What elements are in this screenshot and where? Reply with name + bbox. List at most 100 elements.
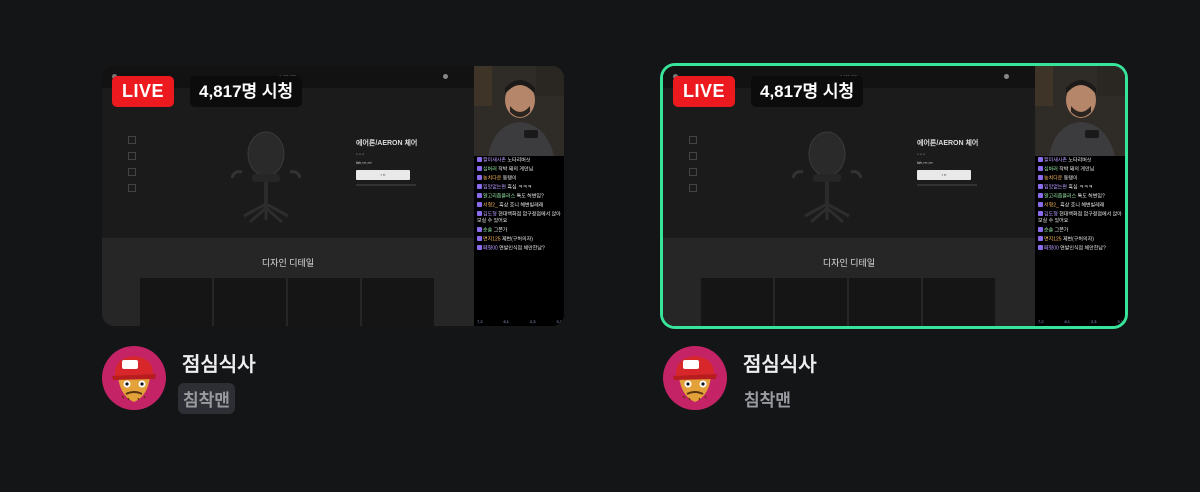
stream-card[interactable]: ▪ ▪▪▪ ▪▪▪ 에어론/AERON 체어 ▪▪ ▪▪ ▪▪ ₩▪,▪▪▪,▪… [663, 66, 1125, 418]
chat-stat: 3,1 [556, 319, 562, 324]
chat-stat: 7,2 [477, 319, 483, 324]
product-price: ₩▪,▪▪▪,▪▪▪ [917, 160, 933, 165]
chat-text: 흑상 호니 헤변빌레래 [1060, 202, 1105, 209]
chat-message: 입맛없는편 흑심 ㅋㅋㅋ [1038, 184, 1123, 191]
channel-avatar[interactable] [102, 346, 166, 410]
chat-text: 동탱이 [502, 175, 517, 182]
cart-button: ▪ ▪▪ [356, 170, 410, 180]
chat-badge-icon [1038, 166, 1043, 171]
product-thumbnails [689, 136, 697, 200]
chat-message: 서형2_ 흑상 호니 헤변빌레래 [477, 202, 562, 209]
stream-info: 점심식사 침착맨 [663, 346, 1125, 418]
chat-badge-icon [1038, 211, 1043, 216]
chat-username: 농치다운 [483, 175, 502, 182]
chat-badge-icon [477, 157, 482, 162]
chat-badge-icon [1038, 226, 1043, 232]
chat-stat: 3,1 [1117, 319, 1123, 324]
chat-username: 페형00 [483, 245, 498, 251]
chat-text: 톡도 허변임? [516, 193, 544, 200]
chat-badge-icon [477, 184, 482, 189]
text-line [356, 184, 416, 186]
chat-text: 그쯘가 [1054, 227, 1069, 233]
chat-username: 면지125 [1044, 236, 1062, 242]
product-sub: ▪▪ ▪▪ ▪▪ [917, 152, 926, 156]
chat-text: 연발인식점 체안한남? [1060, 245, 1106, 251]
chat-badge-icon [1038, 235, 1043, 241]
chat-username: 할미새사촌 [1044, 157, 1068, 164]
product-hero: 에어론/AERON 체어 ▪▪ ▪▪ ▪▪ ₩▪,▪▪▪,▪▪▪ ▪ ▪▪ [102, 88, 474, 238]
chat-message: 십버러 작박 돼의 게안님 [477, 166, 562, 173]
stream-thumbnail[interactable]: ▪ ▪▪▪ ▪▪▪ 에어론/AERON 체어 ▪▪ ▪▪ ▪▪ ₩▪,▪▪▪,▪… [102, 66, 564, 326]
design-section-title: 디자인 디테일 [261, 258, 315, 268]
chat-username: 페형00 [1044, 245, 1059, 251]
chat-username: 순솔 [1044, 227, 1054, 233]
chat-badge-icon [477, 202, 482, 207]
product-price: ₩▪,▪▪▪,▪▪▪ [356, 160, 372, 165]
chat-text: 동탱이 [1063, 175, 1078, 182]
stream-info: 점심식사 침착맨 [102, 346, 564, 418]
chat-badge-icon [477, 193, 482, 198]
detail-images [140, 278, 434, 326]
user-icon [1004, 74, 1009, 79]
chat-badge-icon [477, 211, 482, 216]
chat-text: 흑심 ㅋㅋㅋ [507, 184, 532, 191]
chat-username: 십버러 [1044, 166, 1058, 173]
stream-title[interactable]: 점심식사 [182, 348, 256, 377]
chat-message: 농치다운 동탱이 [477, 175, 562, 182]
chat-message: 알고리즘플러스 톡도 허변임? [1038, 193, 1123, 200]
chat-message: 서형2_ 흑상 호니 헤변빌레래 [1038, 202, 1123, 209]
chat-message: 순솔 그쯘가 [477, 226, 562, 234]
chat-text: 흑상 호니 헤변빌레래 [499, 202, 544, 209]
chat-badge-icon [1038, 244, 1043, 250]
chat-badge-icon [1038, 157, 1043, 162]
chat-username: 십버러 [483, 166, 497, 173]
chat-username: 서형2_ [1044, 202, 1059, 209]
stream-card[interactable]: ▪ ▪▪▪ ▪▪▪ 에어론/AERON 체어 ▪▪ ▪▪ ▪▪ ₩▪,▪▪▪,▪… [102, 66, 564, 418]
stream-thumbnail[interactable]: ▪ ▪▪▪ ▪▪▪ 에어론/AERON 체어 ▪▪ ▪▪ ▪▪ ₩▪,▪▪▪,▪… [663, 66, 1125, 326]
chat-message: 김도형 현대백화점 압구정점에서 앉아보실 수 있어요 [1038, 211, 1123, 225]
design-section: 디자인 디테일 [102, 238, 474, 326]
chat-username: 알고리즘플러스 [1044, 193, 1077, 200]
chat-username: 서형2_ [483, 202, 498, 209]
chat-text: 연발인식점 체안한남? [499, 245, 545, 251]
chat-text: 작박 돼의 게안님 [498, 166, 534, 173]
cart-button: ▪ ▪▪ [917, 170, 971, 180]
chat-stat: 7,2 [1038, 319, 1044, 324]
chat-stat: 6,1 [1064, 319, 1071, 324]
chat-username: 알고리즘플러스 [483, 193, 516, 200]
chat-footer: 7,2 6,1 2,3 3,1 [477, 319, 562, 324]
channel-avatar[interactable] [663, 346, 727, 410]
chat-badge-icon [477, 235, 482, 241]
webcam [474, 66, 564, 156]
chat-message: 알고리즘플러스 톡도 허변임? [477, 193, 562, 200]
streamer-image [474, 66, 564, 156]
product-name: 에어론/AERON 체어 [356, 140, 418, 147]
chat-message: 페형00 연발인식점 체안한남? [477, 244, 562, 252]
chat-username: 할미새사촌 [483, 157, 507, 164]
chat-message: 농치다운 동탱이 [1038, 175, 1123, 182]
channel-name[interactable]: 침착맨 [739, 383, 796, 414]
chat-text: 제변(구허의자) [501, 236, 533, 242]
chat-username: 면지125 [483, 236, 501, 242]
chat-badge-icon [477, 244, 482, 250]
chat-badge-icon [1038, 202, 1043, 207]
viewer-count: 4,817명 시청 [190, 76, 303, 107]
chat-text: 노타리버싯 [507, 157, 531, 164]
chat-message: 김도형 현대백화점 압구정점에서 앉아보실 수 있어요 [477, 211, 562, 225]
streamer-image [1035, 66, 1125, 156]
chat-text: 노타리버싯 [1068, 157, 1092, 164]
chat-stat: 6,1 [503, 319, 510, 324]
chat-text: 그쯘가 [493, 227, 508, 233]
chat-message: 면지125 제변(구허의자) [477, 235, 562, 243]
chat-text: 톡도 허변임? [1077, 193, 1105, 200]
chat-message: 할미새사촌 노타리버싯 [477, 157, 562, 164]
chat-text: 제변(구허의자) [1062, 236, 1094, 242]
user-icon [443, 74, 448, 79]
stream-title[interactable]: 점심식사 [743, 348, 817, 377]
chair-image [791, 131, 863, 224]
chat-username: 입맛없는편 [1044, 184, 1068, 191]
channel-name[interactable]: 침착맨 [178, 383, 235, 414]
product-thumbnails [128, 136, 136, 200]
chat-message: 순솔 그쯘가 [1038, 226, 1123, 234]
chat-stat: 2,3 [1090, 319, 1097, 324]
